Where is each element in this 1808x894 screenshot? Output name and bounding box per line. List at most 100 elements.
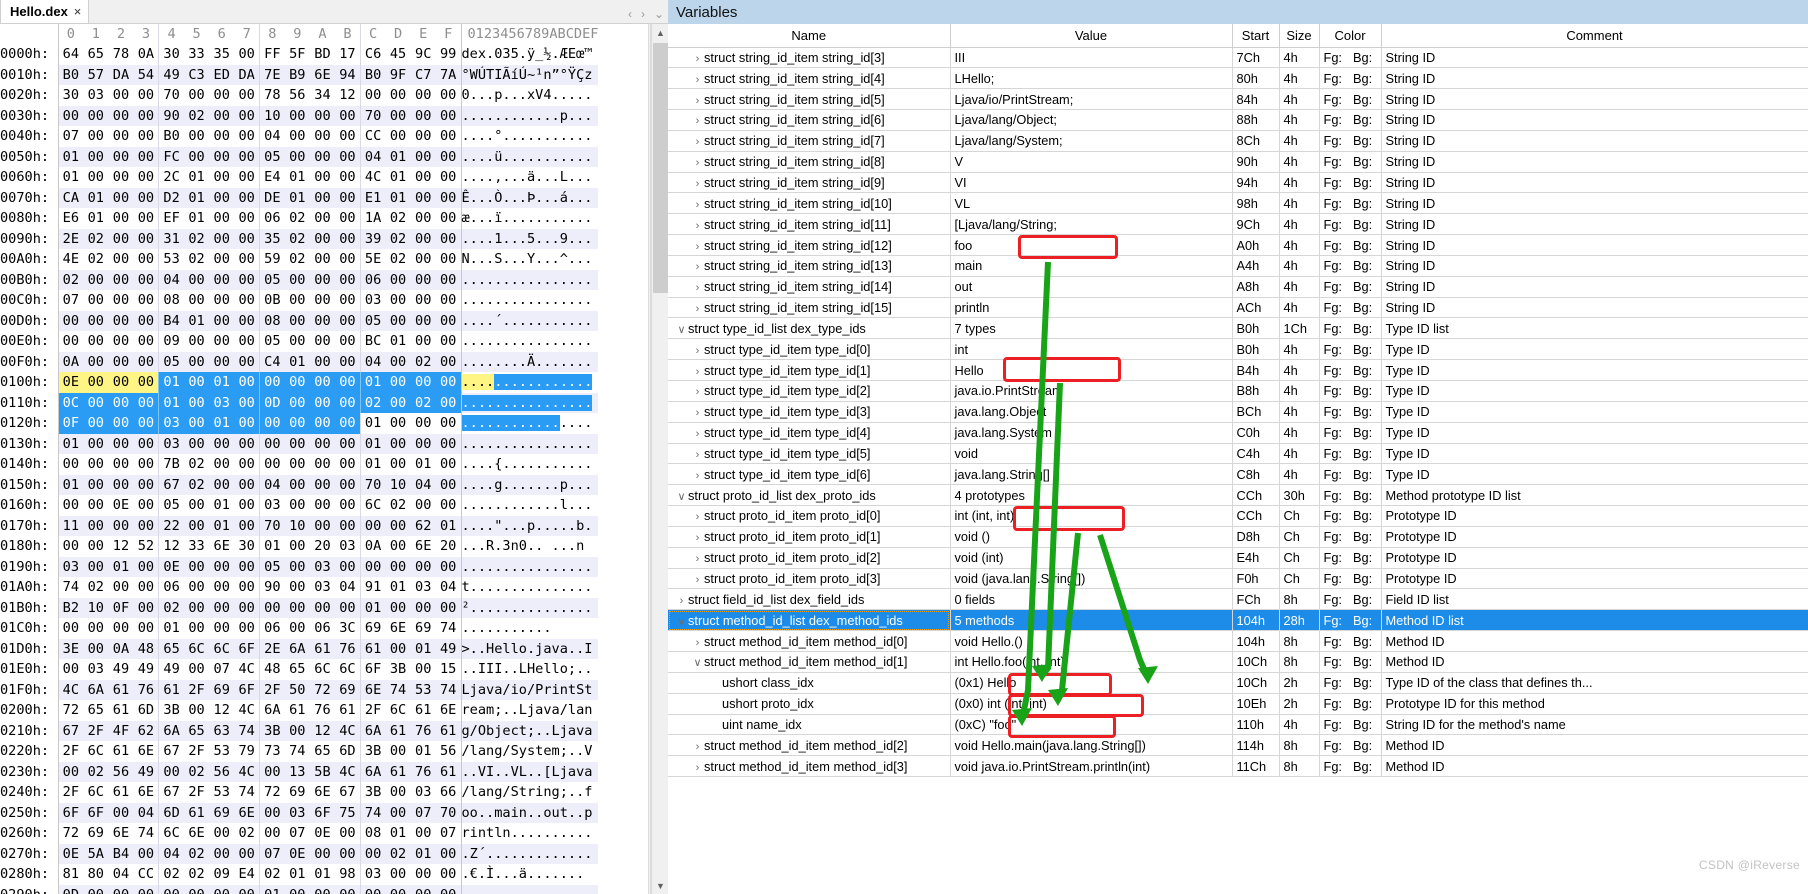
hex-byte[interactable]: 50 [284,679,310,700]
hex-row[interactable]: 0260h: 72 69 6E 74 6C 6E 00 02 00 07 0E 00 08 01 00 07 ri… [0,823,599,844]
hex-ascii[interactable]: ..VI..VL..[Ljava [460,761,599,782]
hex-byte[interactable]: 00 [133,392,159,413]
color-bg-label[interactable]: Bg: [1353,675,1380,690]
hex-byte[interactable]: 74 [57,577,84,598]
color-fg-label[interactable]: Fg: [1324,300,1353,315]
hex-ascii[interactable]: rintln.......... [460,823,599,844]
hex-byte[interactable]: 00 [234,351,260,372]
hex-byte[interactable]: 00 [309,597,336,618]
hex-byte[interactable]: 00 [108,290,133,311]
variable-name-cell[interactable]: › struct string_id_item string_id[6] [668,109,951,131]
variable-name-cell[interactable]: › struct method_id_item method_id[2] [668,734,951,757]
hex-ascii[interactable]: ........Ä....... [460,351,599,372]
hex-byte[interactable]: 0A [57,351,84,372]
variable-color-cell[interactable]: Fg: Bg: [1319,526,1382,548]
hex-byte[interactable]: 06 [258,208,285,229]
variable-value-cell[interactable]: foo [950,234,1233,256]
hex-byte[interactable]: 2E [258,638,285,659]
hex-byte[interactable]: 00 [234,372,260,393]
hex-byte[interactable]: 6E [310,782,335,803]
color-fg-label[interactable]: Fg: [1324,425,1353,440]
color-fg-label[interactable]: Fg: [1324,175,1353,190]
table-row[interactable]: › struct type_id_item type_id[1] Hello B4h 4… [668,359,1808,381]
hex-byte[interactable]: 00 [411,85,436,106]
chevron-toggle-icon[interactable]: › [691,470,704,482]
hex-byte[interactable]: 04 [359,146,386,167]
hex-byte[interactable]: 53 [209,782,234,803]
hex-byte[interactable]: 49 [133,761,159,782]
variable-value-cell[interactable]: [Ljava/lang/String; [950,213,1233,236]
hex-byte[interactable]: 12 [209,700,234,721]
hex-byte[interactable]: 00 [57,105,84,126]
hex-byte[interactable]: 00 [335,208,360,229]
hex-byte[interactable]: 01 [411,454,436,475]
hex-byte[interactable]: 01 [183,187,210,208]
chevron-toggle-icon[interactable]: › [691,407,704,419]
hex-byte[interactable]: 07 [209,659,234,680]
hex-byte[interactable]: 04 [108,864,133,885]
color-bg-label[interactable]: Bg: [1353,279,1380,294]
variable-value-cell[interactable]: int [950,338,1233,361]
hex-byte[interactable]: 73 [258,741,285,762]
hex-byte[interactable]: 3B [385,659,410,680]
hex-byte[interactable]: 01 [284,187,310,208]
hex-byte[interactable]: 00 [184,618,209,639]
hex-byte[interactable]: 69 [411,618,436,639]
hex-byte[interactable]: 6E [309,64,336,85]
hex-byte[interactable]: 01 [258,884,285,894]
hex-byte[interactable]: 01 [284,351,310,372]
hex-byte[interactable]: 12 [309,720,336,741]
hex-byte[interactable]: 00 [57,536,84,557]
hex-byte[interactable]: 6C [158,823,184,844]
hex-byte[interactable]: 00 [335,290,360,311]
hex-byte[interactable]: E4 [234,864,259,885]
hex-byte[interactable]: 01 [385,823,410,844]
variable-color-cell[interactable]: Fg: Bg: [1319,338,1382,361]
variable-color-cell[interactable]: Fg: Bg: [1319,359,1382,381]
hex-byte[interactable]: 00 [435,187,461,208]
hex-byte[interactable]: 4C [335,761,361,782]
variable-name-cell[interactable]: › struct type_id_item type_id[0] [668,338,951,361]
hex-byte[interactable]: 52 [134,536,159,557]
hex-byte[interactable]: 08 [359,823,386,844]
hex-byte[interactable]: 76 [133,679,159,700]
variable-name-cell[interactable]: › struct string_id_item string_id[13] [668,255,951,277]
hex-byte[interactable]: 00 [385,269,411,290]
hex-byte[interactable]: 00 [83,638,109,659]
hex-byte[interactable]: 00 [57,454,84,475]
variable-color-cell[interactable]: Fg: Bg: [1319,651,1382,673]
column-header-start[interactable]: Start [1232,24,1280,48]
variable-color-cell[interactable]: Fg: Bg: [1319,547,1382,569]
hex-byte[interactable]: 02 [385,249,410,270]
color-bg-label[interactable]: Bg: [1353,759,1380,774]
hex-byte[interactable]: 00 [284,884,310,894]
hex-ascii[interactable]: ....´........... [460,310,599,331]
hex-byte[interactable]: 00 [158,884,184,894]
color-bg-label[interactable]: Bg: [1353,154,1380,169]
variable-name-cell[interactable]: › struct type_id_item type_id[3] [668,401,951,423]
table-row[interactable]: ∨ struct method_id_item method_id[1] int H… [668,651,1808,673]
variable-name-cell[interactable]: › struct string_id_item string_id[4] [668,67,951,90]
hex-byte[interactable]: 00 [133,433,159,454]
variable-value-cell[interactable]: VL [950,192,1233,215]
hex-byte[interactable]: 00 [83,556,109,577]
hex-byte[interactable]: 00 [335,515,361,536]
hex-byte[interactable]: 69 [335,679,361,700]
hex-byte[interactable]: 03 [158,433,184,454]
variable-name-cell[interactable]: › struct type_id_item type_id[6] [668,463,951,486]
hex-byte[interactable]: 00 [258,802,285,823]
color-bg-label[interactable]: Bg: [1353,258,1380,273]
hex-ascii[interactable]: ................ [460,331,599,352]
hex-byte[interactable]: B0 [359,64,386,85]
hex-byte[interactable]: E1 [359,187,386,208]
hex-byte[interactable]: 0E [108,495,133,516]
hex-byte[interactable]: 30 [158,44,184,65]
chevron-toggle-icon[interactable]: › [691,115,704,127]
hex-byte[interactable]: 76 [410,761,436,782]
hex-byte[interactable]: 61 [108,700,133,721]
hex-byte[interactable]: 00 [133,310,159,331]
table-row[interactable]: › struct type_id_item type_id[5] void C4h 4h… [668,443,1808,465]
table-row[interactable]: › struct type_id_item type_id[4] java.lang… [668,422,1808,444]
hex-row[interactable]: 0110h: 0C 00 00 00 01 00 03 00 0D 00 00 00 02 00 02 00..… [0,392,599,413]
hex-byte[interactable]: 00 [310,126,335,147]
